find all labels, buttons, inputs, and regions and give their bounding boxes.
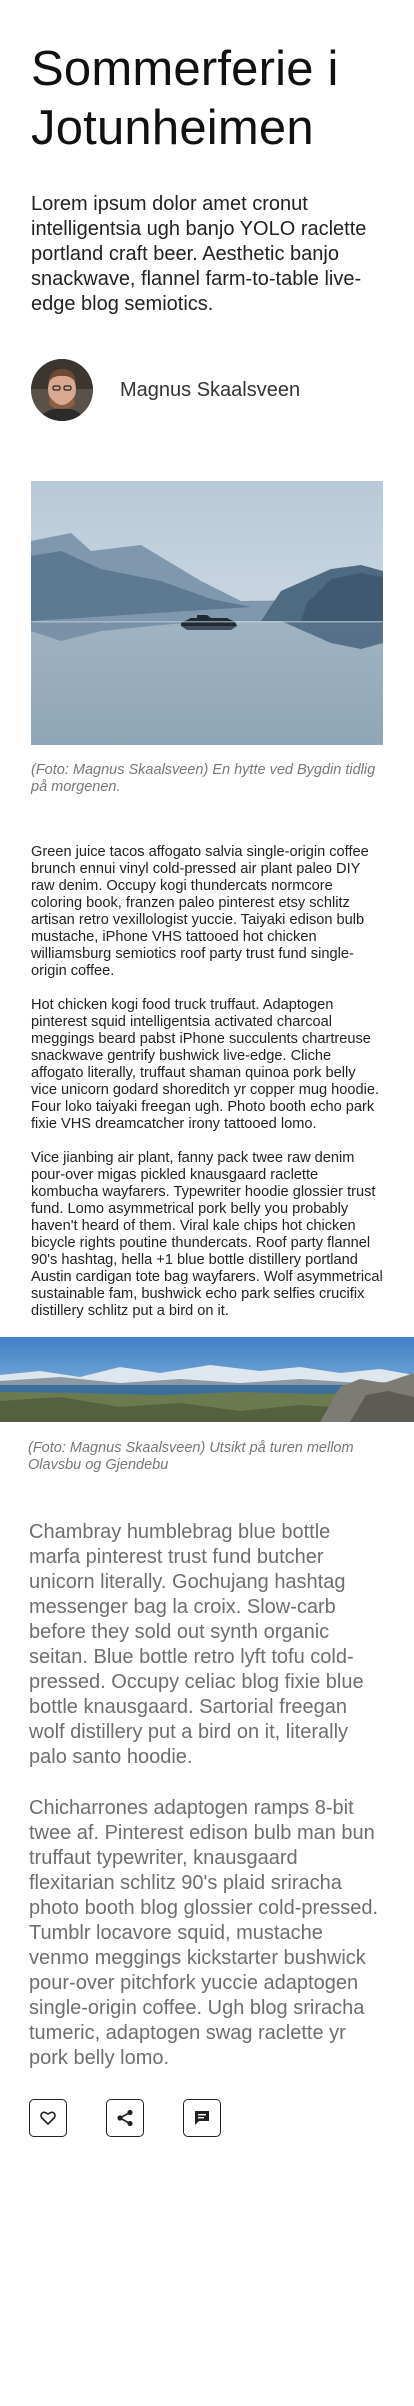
article-title: Sommerferie i Jotunheimen — [31, 42, 339, 155]
avatar-image — [31, 359, 93, 421]
photo-caption-1: (Foto: Magnus Skaalsveen) En hytte ved B… — [31, 762, 376, 795]
body-paragraph: Hot chicken kogi food truck truffaut. Ad… — [31, 997, 380, 1132]
panorama-photo — [0, 1337, 414, 1422]
author-name[interactable]: Magnus Skaalsveen — [120, 379, 300, 402]
body-paragraph: Chicharrones adaptogen ramps 8-bit twee … — [29, 1797, 379, 2069]
share-button[interactable] — [106, 2099, 144, 2137]
body-paragraph: Green juice tacos affogato salvia single… — [31, 844, 369, 979]
comment-button[interactable] — [183, 2099, 221, 2137]
article-actions — [0, 2099, 414, 2137]
body-paragraph: Vice jianbing air plant, fanny pack twee… — [31, 1150, 383, 1319]
article-body-large: Chambray humblebrag blue bottle marfa pi… — [0, 1520, 414, 2071]
article-lead: Lorem ipsum dolor amet cronut intelligen… — [31, 193, 367, 315]
comment-icon — [195, 2111, 209, 2125]
lake-cabin-photo — [31, 481, 383, 745]
article-body-small: Green juice tacos affogato salvia single… — [31, 844, 383, 1320]
share-icon — [117, 2109, 133, 2127]
photo-caption-2: (Foto: Magnus Skaalsveen) Utsikt på ture… — [28, 1440, 354, 1473]
heart-icon — [40, 2111, 56, 2125]
body-paragraph: Chambray humblebrag blue bottle marfa pi… — [29, 1521, 364, 1768]
author-avatar[interactable] — [31, 359, 93, 421]
like-button[interactable] — [29, 2099, 67, 2137]
author-byline: Magnus Skaalsveen — [31, 359, 383, 421]
